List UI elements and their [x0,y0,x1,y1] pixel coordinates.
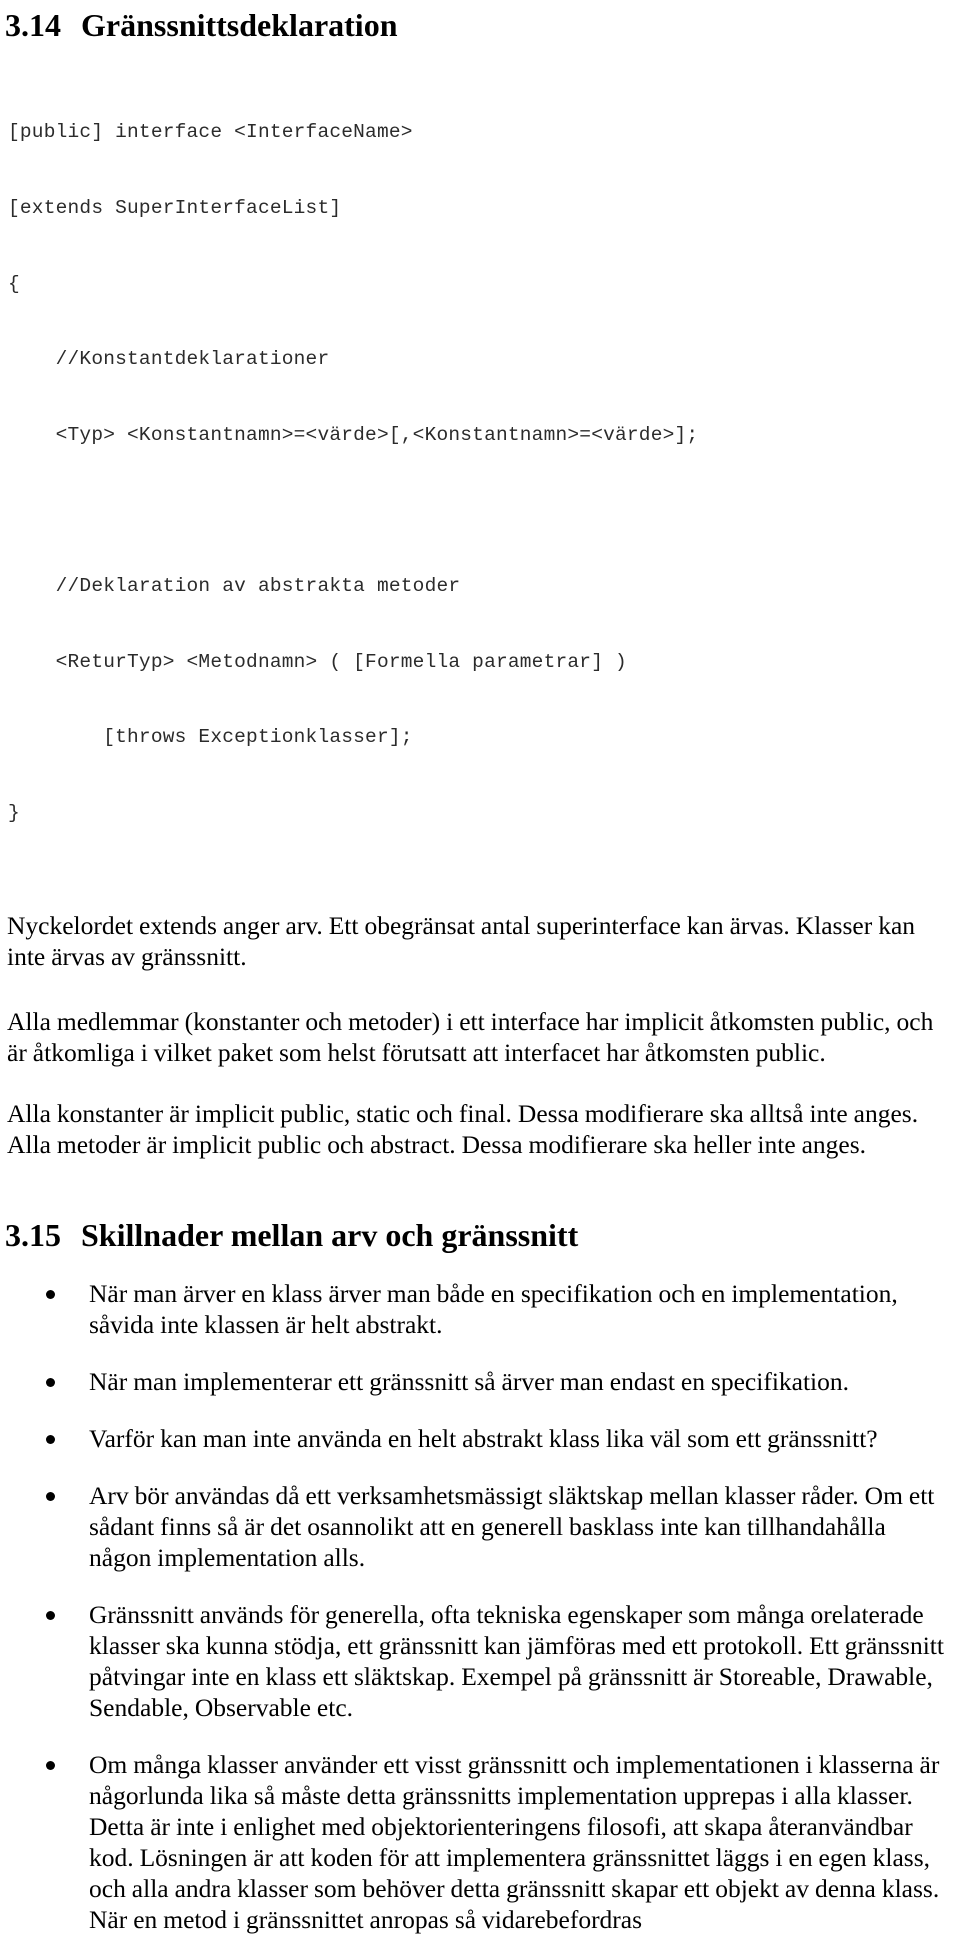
bullet-dot-icon [46,1761,55,1771]
list-item: När man implementerar ett gränssnitt så … [4,1366,956,1397]
bullet-dot-icon [46,1290,55,1300]
page-content: 3.14 Gränssnittsdeklaration [public] inte… [0,0,960,1935]
section-title-3-15: Skillnader mellan arv och gränssnitt [81,1217,579,1254]
spacer-after-code-block [4,876,956,910]
list-item: Om många klasser använder ett visst grän… [4,1749,956,1935]
paragraph-members-public: Alla medlemmar (konstanter och metoder) … [7,1007,934,1068]
list-item: Arv bör användas då ett verksamhetsmässi… [4,1480,956,1573]
bullet-dot-icon [46,1435,55,1445]
section-number-3-15: 3.15 [5,1217,61,1254]
code-line: <ReturTyp> <Metodnamn> ( [Formella param… [8,650,627,673]
list-item: När man ärver en klass ärver man både en… [4,1278,956,1340]
code-line: { [8,272,20,295]
section-heading-3-15: 3.15 Skillnader mellan arv och gränssnitt [5,1216,956,1254]
list-item-text: Varför kan man inte använda en helt abst… [89,1424,878,1454]
spacer-para-1 [4,972,956,1006]
bullet-dot-icon [46,1492,55,1502]
bullet-dot-icon [46,1378,55,1388]
differences-bullet-list: När man ärver en klass ärver man både en… [4,1278,956,1935]
list-item: Gränssnitt används för generella, ofta t… [4,1599,956,1723]
code-line: <Typ> <Konstantnamn>=<värde>[,<Konstantn… [8,423,699,446]
paragraph-extends: Nyckelordet extends anger arv. Ett obegr… [7,911,916,972]
list-item-text: När man ärver en klass ärver man både en… [89,1279,898,1340]
code-line: //Deklaration av abstrakta metoder [8,575,461,598]
paragraph-constants-modifiers: Alla konstanter är implicit public, stat… [7,1099,919,1160]
list-item-text: Om många klasser använder ett visst grän… [89,1750,940,1935]
code-line: [public] interface <InterfaceName> [8,121,413,144]
code-line: [extends SuperInterfaceList] [8,197,342,220]
code-line: } [8,801,20,824]
list-item-text: Gränssnitt används för generella, ofta t… [89,1600,944,1723]
bullet-dot-icon [46,1611,55,1621]
code-line: //Konstantdeklarationer [8,348,330,371]
spacer-para-2 [4,1068,956,1098]
code-line: [throws Exceptionklasser]; [8,726,413,749]
list-item: Varför kan man inte använda en helt abst… [4,1423,956,1454]
spacer-before-heading-315 [4,1160,956,1216]
list-item-text: Arv bör användas då ett verksamhetsmässi… [89,1481,935,1573]
document-page: 3.14 Gränssnittsdeklaration [public] inte… [0,0,960,1934]
section-title-3-14: Gränssnittsdeklaration [81,7,398,43]
spacer-after-heading-315 [4,1254,956,1278]
list-item-text: När man implementerar ett gränssnitt så … [89,1367,850,1397]
spacer-after-heading-314 [4,44,956,70]
interface-syntax-code-block: [public] interface <InterfaceName> [exte… [4,70,956,876]
section-number-3-14: 3.14 [5,7,61,43]
section-heading-3-14: 3.14 Gränssnittsdeklaration [5,4,956,44]
